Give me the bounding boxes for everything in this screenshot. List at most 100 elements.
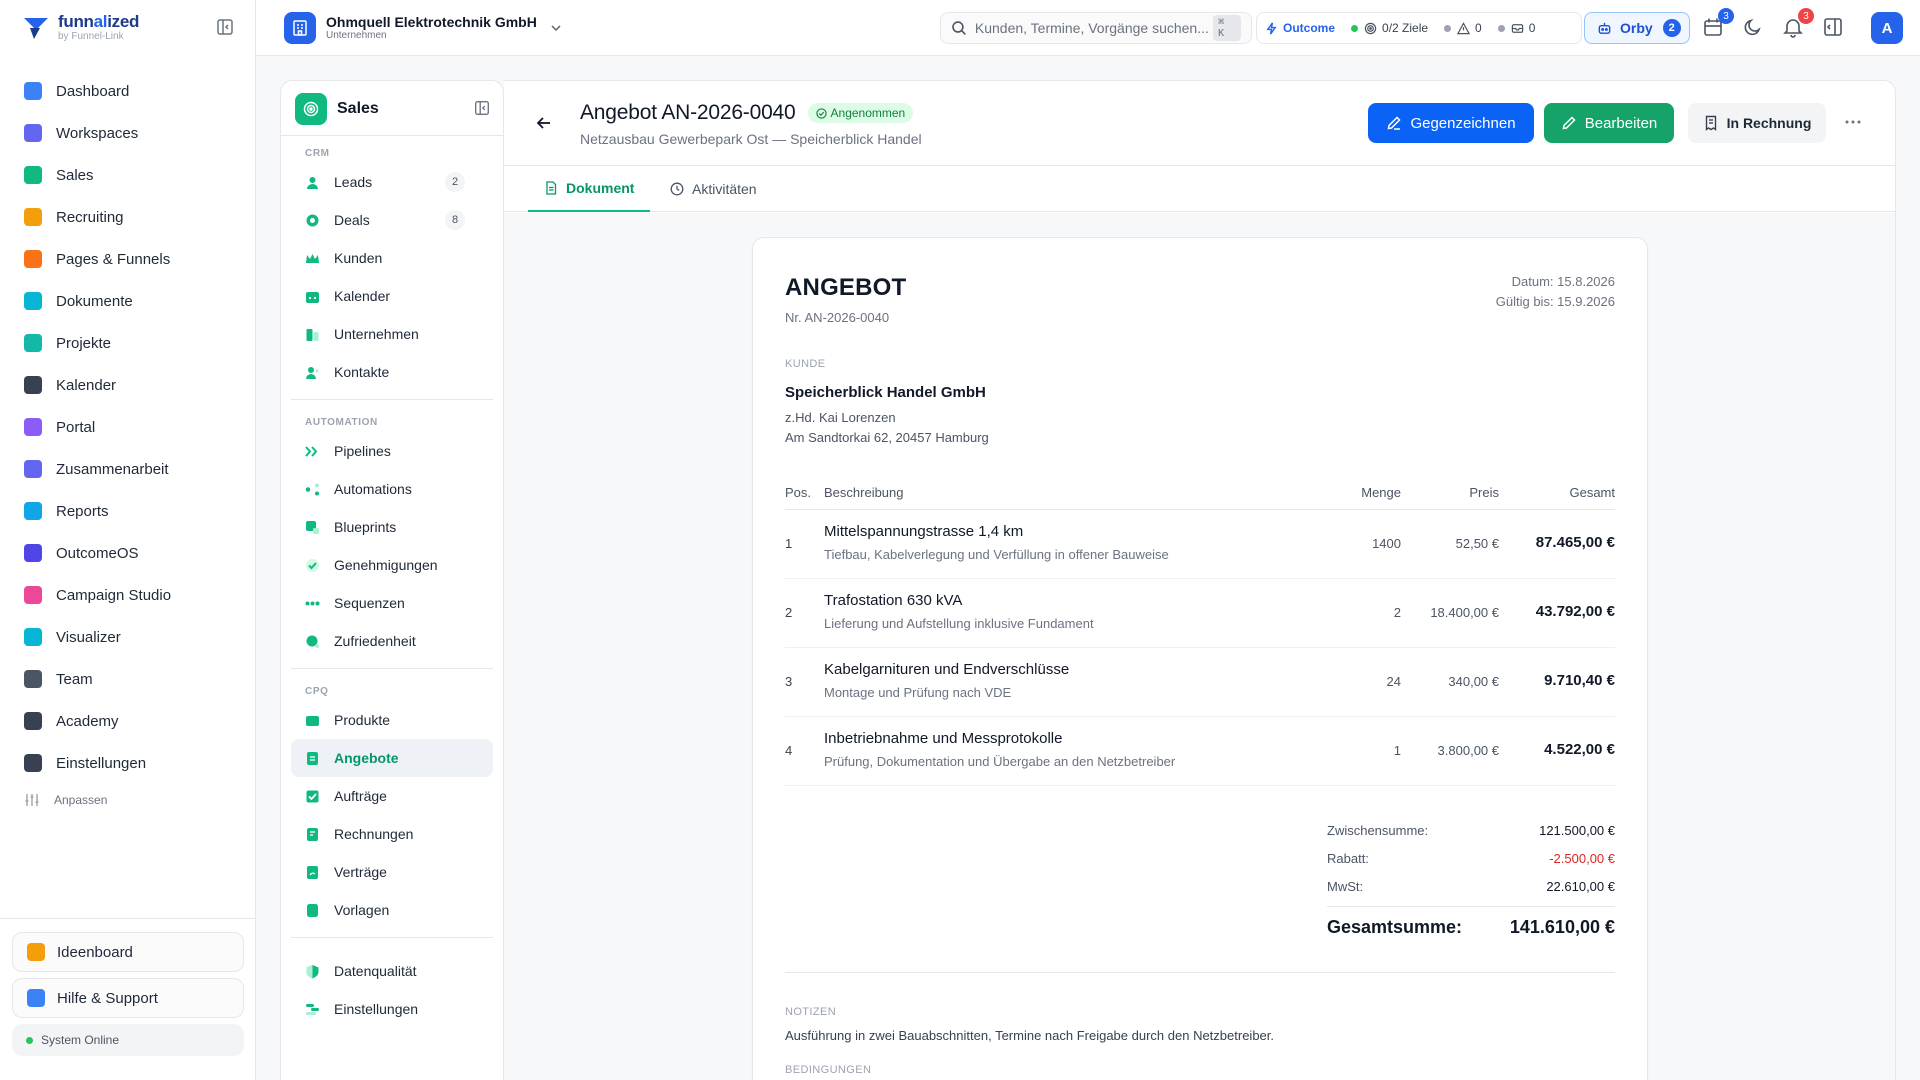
col-description: Beschreibung: [824, 485, 904, 500]
ideaboard-button[interactable]: Ideenboard: [12, 932, 244, 972]
subnav-item-unternehmen[interactable]: Unternehmen: [291, 315, 493, 353]
sidebar-item-reports[interactable]: Reports: [12, 490, 244, 532]
sales-subnav: Sales CRM Leads 2 Deals 8 Kunden Kalender Unte…: [280, 80, 504, 1080]
subnav-collapse-icon[interactable]: [473, 99, 491, 117]
sidebar-item-team[interactable]: Team: [12, 658, 244, 700]
edit-button[interactable]: Bearbeiten: [1544, 103, 1674, 143]
sidebar-item-sales[interactable]: Sales: [12, 154, 244, 196]
sidebar-item-dashboard[interactable]: Dashboard: [12, 70, 244, 112]
quote-tabs: Dokument Aktivitäten: [504, 165, 1895, 212]
subnav-item-genehmigungen[interactable]: Genehmigungen: [291, 546, 493, 584]
warnings-indicator[interactable]: 0: [1444, 21, 1482, 35]
help-support-button[interactable]: Hilfe & Support: [12, 978, 244, 1018]
subnav-item-leads[interactable]: Leads 2: [291, 163, 493, 201]
goals-indicator[interactable]: 0/2 Ziele: [1351, 21, 1428, 35]
quote-title: Angebot AN-2026-0040: [580, 101, 796, 124]
subnav-item-deals[interactable]: Deals 8: [291, 201, 493, 239]
table-row: 4 Inbetriebnahme und Messprotokolle Prüfun…: [785, 717, 1615, 786]
sidebar-item-pages-and-funnels[interactable]: Pages & Funnels: [12, 238, 244, 280]
theme-toggle-button[interactable]: [1742, 16, 1766, 40]
sidebar-item-portal[interactable]: Portal: [12, 406, 244, 448]
back-arrow-icon[interactable]: [534, 113, 554, 133]
sidebar-item-label: Pages & Funnels: [56, 250, 171, 268]
subnav-item-datenqualitaet[interactable]: Datenqualität: [291, 952, 493, 990]
sidebar-item-outcomeos[interactable]: OutcomeOS: [12, 532, 244, 574]
count-badge: 8: [445, 210, 465, 230]
company-switcher[interactable]: Ohmquell Elektrotechnik GmbH Unternehmen: [284, 12, 563, 44]
subnav-item-einstellungen[interactable]: Einstellungen: [291, 990, 493, 1028]
cpq-divider: [291, 937, 493, 938]
subnav-item-automations[interactable]: Automations: [291, 470, 493, 508]
subnav-item-vorlagen[interactable]: Vorlagen: [291, 891, 493, 929]
calendar-badge: 3: [1718, 8, 1734, 24]
sidebar-item-zusammenarbeit[interactable]: Zusammenarbeit: [12, 448, 244, 490]
invoice-button[interactable]: In Rechnung: [1688, 103, 1826, 143]
row-total: 87.465,00 €: [1535, 534, 1615, 551]
sidebar-item-recruiting[interactable]: Recruiting: [12, 196, 244, 238]
subnav-item-label: Deals: [334, 212, 370, 228]
vat-value: 22.610,00 €: [1546, 878, 1615, 894]
automation-divider: [291, 668, 493, 669]
user-avatar[interactable]: A: [1871, 12, 1903, 44]
orby-assistant-button[interactable]: Orby 2: [1584, 12, 1690, 44]
subnav-item-angebote[interactable]: Angebote: [291, 739, 493, 777]
sidebar-item-kalender[interactable]: Kalender: [12, 364, 244, 406]
tab-document[interactable]: Dokument: [528, 166, 651, 212]
sidebar-item-academy[interactable]: Academy: [12, 700, 244, 742]
subnav-item-blueprints[interactable]: Blueprints: [291, 508, 493, 546]
messages-indicator[interactable]: 0: [1497, 21, 1535, 35]
notifications-button[interactable]: 3: [1782, 8, 1814, 40]
more-options-icon[interactable]: [1844, 113, 1862, 131]
subnav-item-vertraege[interactable]: Verträge: [291, 853, 493, 891]
sidebar-item-visualizer[interactable]: Visualizer: [12, 616, 244, 658]
totals-block: Zwischensumme: 121.500,00 € Rabatt: -2.5…: [1327, 816, 1615, 938]
main-sidebar: funnalized by Funnel-Link Dashboard Works…: [0, 0, 256, 1080]
dashboard-icon: [24, 82, 42, 100]
search-input[interactable]: [974, 20, 1214, 36]
subnav-item-auftraege[interactable]: Aufträge: [291, 777, 493, 815]
goals-dot-icon: [1351, 24, 1359, 32]
subnav-item-kontakte[interactable]: Kontakte: [291, 353, 493, 391]
subnav-item-label: Angebote: [334, 750, 399, 766]
zufriedenheit-icon: [305, 634, 320, 649]
subnav-item-sequenzen[interactable]: Sequenzen: [291, 584, 493, 622]
sidebar-item-einstellungen[interactable]: Einstellungen: [12, 742, 244, 784]
tab-activities[interactable]: Aktivitäten: [654, 166, 773, 212]
row-title: Kabelgarnituren und Endverschlüsse: [824, 661, 1070, 678]
sidebar-item-dokumente[interactable]: Dokumente: [12, 280, 244, 322]
row-position: 1: [785, 536, 793, 551]
sidebar-item-workspaces[interactable]: Workspaces: [12, 112, 244, 154]
subnav-item-label: Datenqualität: [334, 963, 417, 979]
subnav-item-rechnungen[interactable]: Rechnungen: [291, 815, 493, 853]
subnav-separator: [281, 135, 503, 136]
row-position: 3: [785, 674, 793, 689]
outcome-button[interactable]: Outcome: [1265, 21, 1335, 35]
lightbulb-icon: [27, 943, 45, 961]
subnav-item-zufriedenheit[interactable]: Zufriedenheit: [291, 622, 493, 660]
document-heading: ANGEBOT: [785, 274, 907, 301]
brand-logo[interactable]: funnalized by Funnel-Link: [22, 10, 139, 46]
outcome-label: Outcome: [1283, 21, 1336, 35]
sidebar-collapse-icon[interactable]: [215, 17, 235, 37]
main-nav: Dashboard Workspaces Sales Recruiting Pages …: [12, 70, 244, 816]
row-total: 9.710,40 €: [1544, 672, 1615, 689]
sidebar-item-label: Einstellungen: [56, 754, 147, 772]
sidebar-item-label: Team: [56, 670, 93, 688]
sidebar-item-campaign-studio[interactable]: Campaign Studio: [12, 574, 244, 616]
panel-toggle-button[interactable]: [1822, 16, 1846, 40]
sidebar-item-projekte[interactable]: Projekte: [12, 322, 244, 364]
countersign-button[interactable]: Gegenzeichnen: [1368, 103, 1534, 143]
blueprints-icon: [305, 520, 320, 535]
sidebar-footer: Ideenboard Hilfe & Support System Online: [12, 932, 244, 1056]
sidebar-item-label: Workspaces: [56, 124, 139, 142]
calendar-button[interactable]: 3: [1702, 8, 1734, 40]
subnav-item-kunden[interactable]: Kunden: [291, 239, 493, 277]
global-search[interactable]: ⌘ K: [940, 12, 1252, 44]
subnav-item-pipelines[interactable]: Pipelines: [291, 432, 493, 470]
document-icon: [546, 181, 557, 195]
pipelines-icon: [305, 444, 320, 459]
pen-icon: [1388, 116, 1402, 130]
sidebar-customize[interactable]: Anpassen: [12, 784, 244, 816]
subnav-item-produkte[interactable]: Produkte: [291, 701, 493, 739]
subnav-item-kalender[interactable]: Kalender: [291, 277, 493, 315]
